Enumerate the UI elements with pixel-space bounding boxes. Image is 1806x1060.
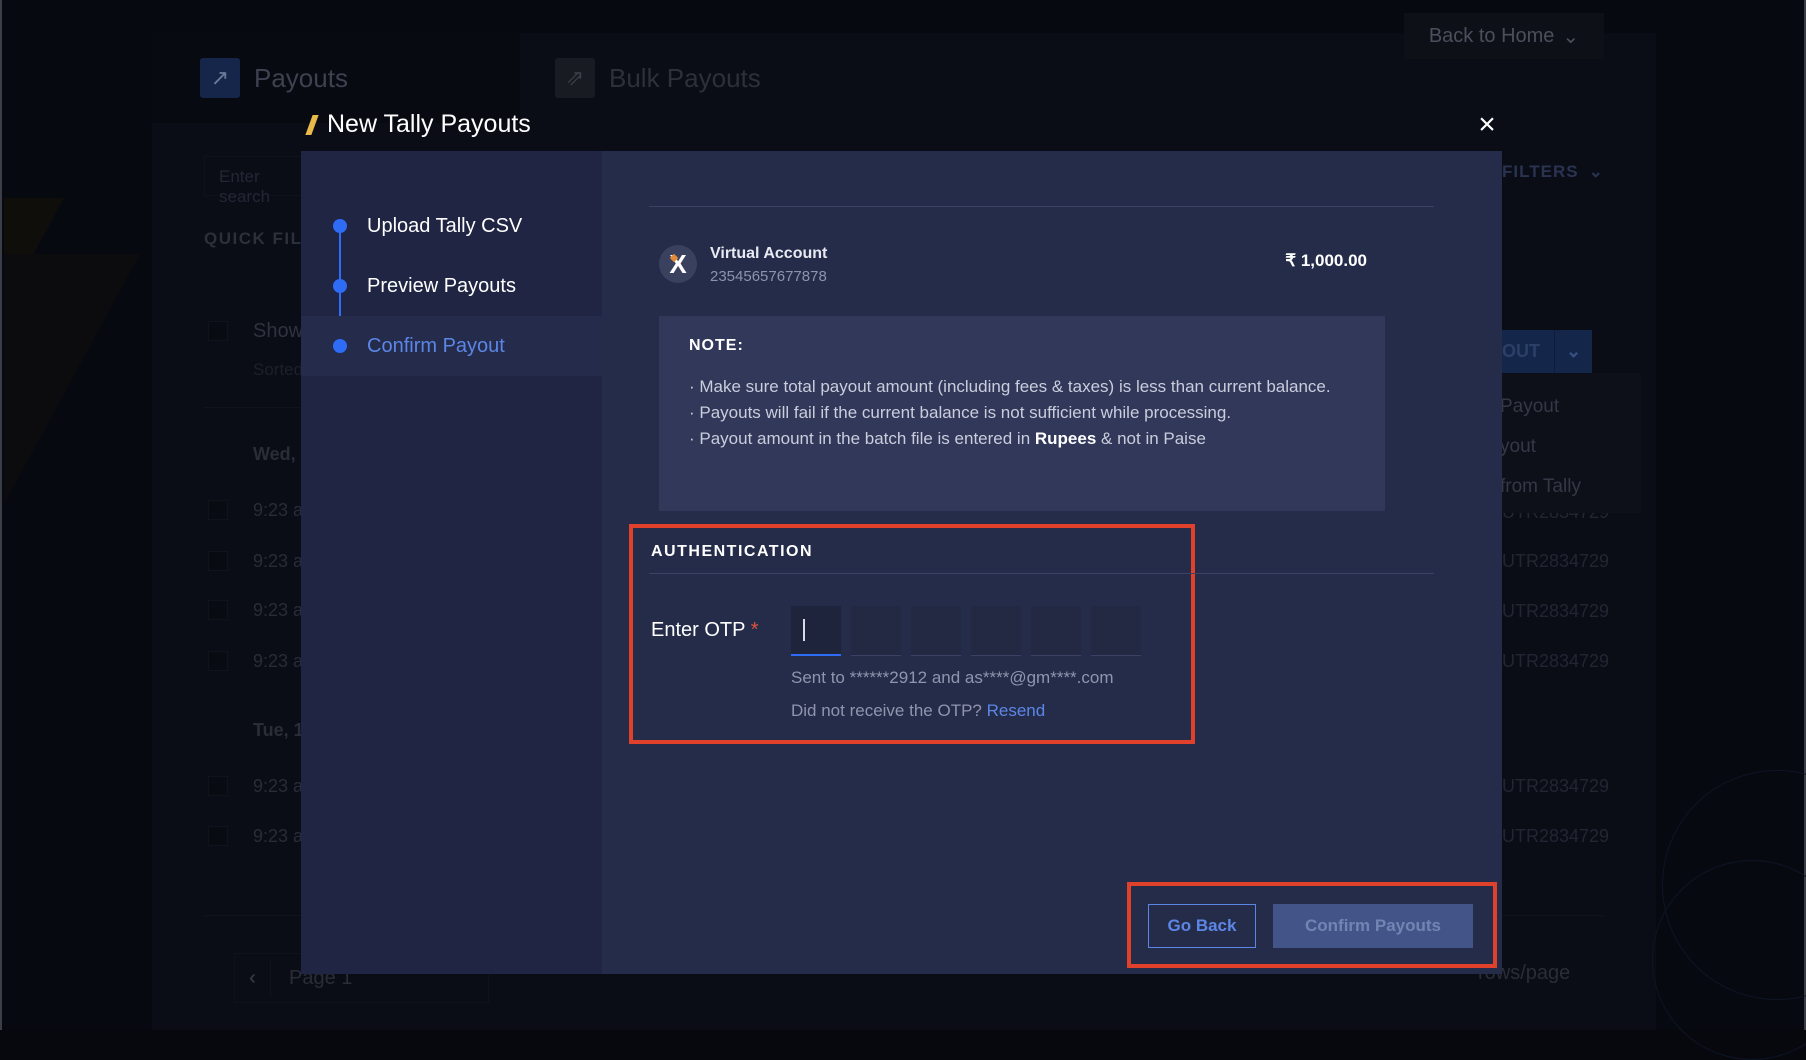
required-mark: * [750, 619, 759, 641]
otp-digit-2[interactable] [851, 606, 901, 656]
row-time: 9:23 a [253, 651, 304, 671]
sorted-label: Sorted [253, 360, 304, 379]
add-payout-label: OUT [1502, 341, 1540, 361]
double-arrow-up-right-icon: ⇗ [555, 58, 595, 98]
back-to-home-button[interactable]: Back to Home ⌄ [1404, 13, 1604, 59]
modal-title: New Tally Payouts [305, 110, 531, 139]
note-line: · Make sure total payout amount (includi… [689, 377, 1331, 396]
show-checkbox[interactable] [208, 321, 228, 341]
note-line: · Payout amount in the batch file is ent… [689, 426, 1355, 452]
tab-bulk-payouts[interactable]: ⇗ Bulk Payouts [555, 58, 761, 98]
row-checkbox[interactable] [208, 551, 228, 571]
divider [649, 206, 1434, 207]
menu-item[interactable]: yout [1500, 436, 1536, 458]
row-checkbox[interactable] [208, 600, 228, 620]
step-dot-icon [333, 279, 347, 293]
otp-digit-5[interactable] [1031, 606, 1081, 656]
chevron-left-icon[interactable]: ‹ [235, 960, 271, 996]
row-utr: UTR2834729 [1502, 826, 1610, 846]
note-text: · Payout amount in the batch file is ent… [689, 429, 1035, 448]
confirm-payouts-button[interactable]: Confirm Payouts [1273, 904, 1473, 948]
row-utr: UTR2834729 [1502, 776, 1610, 796]
logo-letter: X [669, 248, 687, 279]
tab-bulk-payouts-label: Bulk Payouts [609, 62, 761, 93]
divider [649, 573, 1434, 574]
step-label: Upload Tally CSV [367, 214, 523, 237]
otp-digit-1[interactable] [791, 606, 841, 656]
show-label: Show [253, 320, 304, 342]
note-box: NOTE: · Make sure total payout amount (i… [659, 316, 1385, 511]
resend-prompt: Did not receive the OTP? Resend [791, 701, 1045, 721]
account-logo-icon: X [659, 245, 697, 283]
otp-digit-6[interactable] [1091, 606, 1141, 656]
row-utr: UTR2834729 [1502, 601, 1610, 621]
resend-link[interactable]: Resend [987, 701, 1046, 720]
row-time: 9:23 a [253, 826, 304, 846]
stepper: Upload Tally CSV Preview Payouts Confirm… [301, 151, 602, 974]
note-line: · Payouts will fail if the current balan… [689, 403, 1232, 422]
row-utr: UTR2834729 [1502, 651, 1610, 671]
tab-payouts[interactable]: ↗ Payouts [200, 58, 348, 98]
step-preview-payouts[interactable]: Preview Payouts [301, 256, 602, 316]
authentication-heading: AUTHENTICATION [651, 543, 814, 560]
step-label: Preview Payouts [367, 274, 516, 297]
chevron-down-icon: ⌄ [1562, 25, 1580, 48]
arrow-up-right-icon: ↗ [200, 58, 240, 98]
account-name: Virtual Account [710, 245, 828, 262]
resend-prompt-text: Did not receive the OTP? [791, 701, 987, 720]
account-number: 23545657677878 [710, 268, 827, 285]
note-title: NOTE: [689, 337, 744, 354]
divider [204, 407, 304, 408]
step-upload-tally-csv[interactable]: Upload Tally CSV [301, 196, 602, 256]
group-date: Wed, [253, 444, 296, 464]
row-checkbox[interactable] [208, 776, 228, 796]
row-time: 9:23 a [253, 551, 304, 571]
otp-sent-to: Sent to ******2912 and as****@gm****.com [791, 668, 1114, 687]
new-tally-payouts-modal: Upload Tally CSV Preview Payouts Confirm… [301, 151, 1502, 974]
add-payout-menu: Payout yout from Tally [1500, 373, 1641, 513]
row-checkbox[interactable] [208, 651, 228, 671]
row-time: 9:23 a [253, 776, 304, 796]
otp-input-group [791, 606, 1141, 656]
row-time: 9:23 a [253, 500, 304, 520]
menu-item[interactable]: from Tally [1500, 476, 1581, 498]
otp-label: Enter OTP * [651, 619, 758, 642]
back-to-home-label: Back to Home [1428, 24, 1555, 47]
step-dot-icon [333, 339, 347, 353]
modal-title-text: New Tally Payouts [327, 110, 531, 138]
chevron-down-icon[interactable]: ⌄ [1554, 330, 1592, 373]
step-label: Confirm Payout [367, 334, 505, 357]
row-checkbox[interactable] [208, 826, 228, 846]
note-emphasis: Rupees [1034, 429, 1097, 448]
row-time: 9:23 a [253, 600, 304, 620]
close-icon[interactable]: × [1472, 110, 1502, 140]
modal-content: X Virtual Account 23545657677878 ₹ 1,000… [602, 151, 1502, 974]
add-payout-button[interactable]: OUT ⌄ [1500, 330, 1592, 373]
step-confirm-payout[interactable]: Confirm Payout [301, 316, 602, 376]
row-checkbox[interactable] [208, 500, 228, 520]
filters-button[interactable]: FILTERS ⌄ [1502, 162, 1604, 182]
chevron-down-icon: ⌄ [1588, 162, 1604, 181]
group-date: Tue, 1 [253, 720, 304, 740]
row-utr: UTR2834729 [1502, 551, 1610, 571]
tab-payouts-label: Payouts [254, 62, 348, 93]
go-back-button[interactable]: Go Back [1148, 904, 1256, 948]
menu-item[interactable]: Payout [1500, 396, 1559, 418]
account-amount: ₹ 1,000.00 [1285, 251, 1367, 270]
note-text: & not in Paise [1096, 429, 1206, 448]
filters-label: FILTERS [1502, 162, 1579, 181]
background-decoration [4, 254, 140, 504]
otp-digit-4[interactable] [971, 606, 1021, 656]
step-dot-icon [333, 219, 347, 233]
otp-label-text: Enter OTP [651, 619, 746, 641]
otp-digit-3[interactable] [911, 606, 961, 656]
